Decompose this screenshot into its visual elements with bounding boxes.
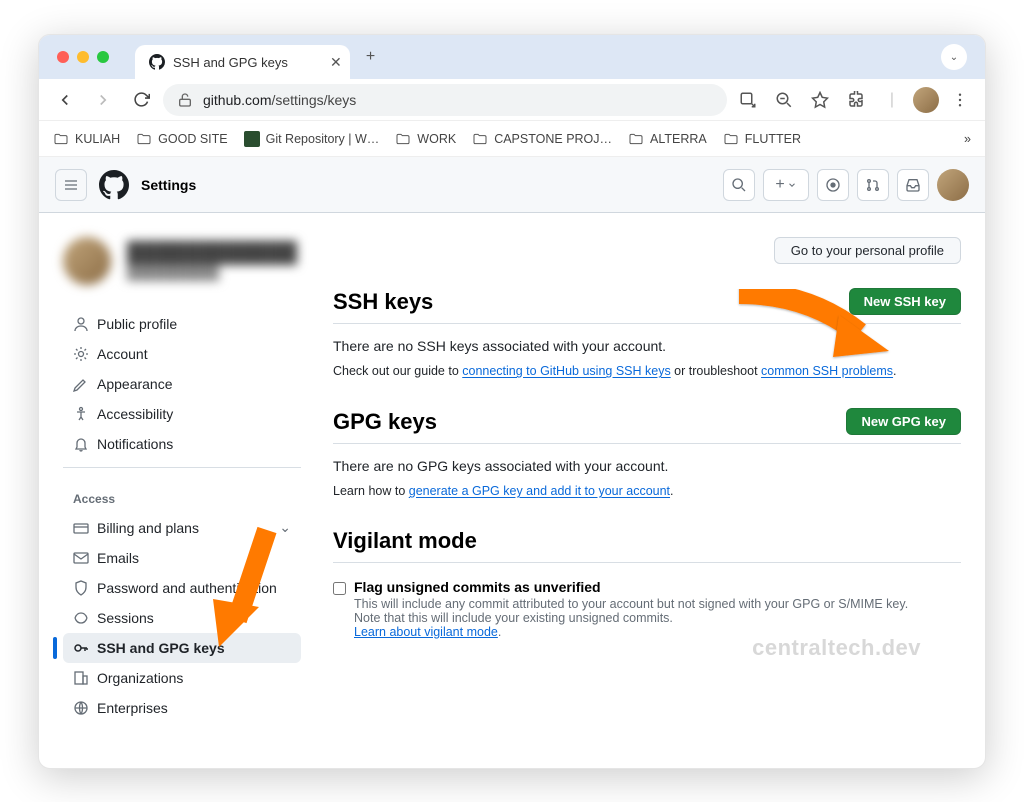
flag-unsigned-desc: This will include any commit attributed … xyxy=(354,597,908,639)
flag-unsigned-checkbox[interactable] xyxy=(333,582,346,595)
close-window-icon[interactable] xyxy=(57,51,69,63)
address-bar: github.com/settings/keys | xyxy=(39,79,985,121)
sidebar: ████████████ ██████████ Public profile A… xyxy=(63,237,301,723)
new-ssh-key-button[interactable]: New SSH key xyxy=(849,288,961,315)
url-text: github.com/settings/keys xyxy=(203,92,356,108)
search-button[interactable] xyxy=(723,169,755,201)
bookmark-git-repo[interactable]: Git Repository | W… xyxy=(244,131,380,147)
close-tab-icon[interactable]: ✕ xyxy=(296,55,336,69)
bookmark-capstone[interactable]: CAPSTONE PROJ… xyxy=(472,131,612,147)
bookmark-flutter[interactable]: FLUTTER xyxy=(723,131,801,147)
tab-title: SSH and GPG keys xyxy=(173,55,288,70)
new-gpg-key-button[interactable]: New GPG key xyxy=(846,408,961,435)
hamburger-menu-button[interactable] xyxy=(55,169,87,201)
ssh-title: SSH keys xyxy=(333,289,433,315)
bookmarks-bar: KULIAH GOOD SITE Git Repository | W… WOR… xyxy=(39,121,985,157)
star-icon[interactable] xyxy=(805,91,835,109)
chevron-down-icon: ⌄ xyxy=(279,519,291,536)
sidebar-item-emails[interactable]: Emails xyxy=(63,543,301,573)
divider: | xyxy=(877,91,907,109)
title-bar: SSH and GPG keys ✕ + ⌄ xyxy=(39,35,985,79)
vigilant-learn-link[interactable]: Learn about vigilant mode xyxy=(354,625,498,639)
sidebar-item-organizations[interactable]: Organizations xyxy=(63,663,301,693)
kebab-menu-icon[interactable] xyxy=(945,91,975,109)
profile-avatar xyxy=(63,237,111,285)
issues-button[interactable] xyxy=(817,169,849,201)
browser-tab[interactable]: SSH and GPG keys ✕ xyxy=(135,45,350,79)
sidebar-item-public-profile[interactable]: Public profile xyxy=(63,309,301,339)
extension-area: | xyxy=(733,87,975,113)
minimize-window-icon[interactable] xyxy=(77,51,89,63)
bookmark-alterra[interactable]: ALTERRA xyxy=(628,131,707,147)
url-bar[interactable]: github.com/settings/keys xyxy=(163,84,727,116)
ssh-guide-link[interactable]: connecting to GitHub using SSH keys xyxy=(462,364,670,378)
create-new-button[interactable]: + xyxy=(763,169,809,201)
ssh-guide-text: Check out our guide to connecting to Git… xyxy=(333,364,961,378)
maximize-window-icon[interactable] xyxy=(97,51,109,63)
profile-avatar-icon[interactable] xyxy=(913,87,939,113)
browser-window: SSH and GPG keys ✕ + ⌄ github.com/settin… xyxy=(38,34,986,769)
ssh-problems-link[interactable]: common SSH problems xyxy=(761,364,893,378)
forward-button[interactable] xyxy=(87,84,119,116)
ssh-empty-text: There are no SSH keys associated with yo… xyxy=(333,338,961,354)
profile-header: ████████████ ██████████ xyxy=(63,237,301,285)
vigilant-title: Vigilant mode xyxy=(333,528,477,554)
sidebar-item-enterprises[interactable]: Enterprises xyxy=(63,693,301,723)
vigilant-section: Vigilant mode Flag unsigned commits as u… xyxy=(333,528,961,639)
back-button[interactable] xyxy=(49,84,81,116)
profile-name: ████████████ xyxy=(127,242,297,265)
github-logo-icon[interactable] xyxy=(99,170,129,200)
sidebar-item-appearance[interactable]: Appearance xyxy=(63,369,301,399)
gpg-guide-text: Learn how to generate a GPG key and add … xyxy=(333,484,961,498)
watermark: centraltech.dev xyxy=(752,635,921,661)
flag-unsigned-label: Flag unsigned commits as unverified xyxy=(354,579,908,595)
extensions-icon[interactable] xyxy=(841,91,871,109)
chevron-down-icon[interactable]: ⌄ xyxy=(941,44,967,70)
inbox-button[interactable] xyxy=(897,169,929,201)
ssh-section: SSH keys New SSH key There are no SSH ke… xyxy=(333,288,961,378)
sidebar-item-notifications[interactable]: Notifications xyxy=(63,429,301,459)
reload-button[interactable] xyxy=(125,84,157,116)
bookmark-kuliah[interactable]: KULIAH xyxy=(53,131,120,147)
zoom-out-icon[interactable] xyxy=(769,91,799,109)
traffic-lights xyxy=(39,51,109,63)
sidebar-item-ssh-gpg[interactable]: SSH and GPG keys xyxy=(63,633,301,663)
user-avatar[interactable] xyxy=(937,169,969,201)
gpg-guide-link[interactable]: generate a GPG key and add it to your ac… xyxy=(409,484,670,498)
go-to-profile-button[interactable]: Go to your personal profile xyxy=(774,237,961,264)
install-pwa-icon[interactable] xyxy=(733,91,763,109)
sidebar-item-accessibility[interactable]: Accessibility xyxy=(63,399,301,429)
gpg-title: GPG keys xyxy=(333,409,437,435)
bookmarks-overflow-icon[interactable]: » xyxy=(964,132,971,146)
page-title: Settings xyxy=(141,177,196,193)
bookmark-work[interactable]: WORK xyxy=(395,131,456,147)
github-favicon-icon xyxy=(149,54,165,70)
gpg-section: GPG keys New GPG key There are no GPG ke… xyxy=(333,408,961,498)
gpg-empty-text: There are no GPG keys associated with yo… xyxy=(333,458,961,474)
sidebar-item-account[interactable]: Account xyxy=(63,339,301,369)
site-info-icon[interactable] xyxy=(177,92,193,108)
sidebar-item-password[interactable]: Password and authentication xyxy=(63,573,301,603)
github-header: Settings + xyxy=(39,157,985,213)
sidebar-item-sessions[interactable]: Sessions xyxy=(63,603,301,633)
new-tab-button[interactable]: + xyxy=(366,48,375,66)
sidebar-item-billing[interactable]: Billing and plans⌄ xyxy=(63,512,301,543)
bookmark-good-site[interactable]: GOOD SITE xyxy=(136,131,227,147)
pull-requests-button[interactable] xyxy=(857,169,889,201)
profile-subtitle: ██████████ xyxy=(127,265,297,280)
sidebar-heading-access: Access xyxy=(63,476,301,512)
